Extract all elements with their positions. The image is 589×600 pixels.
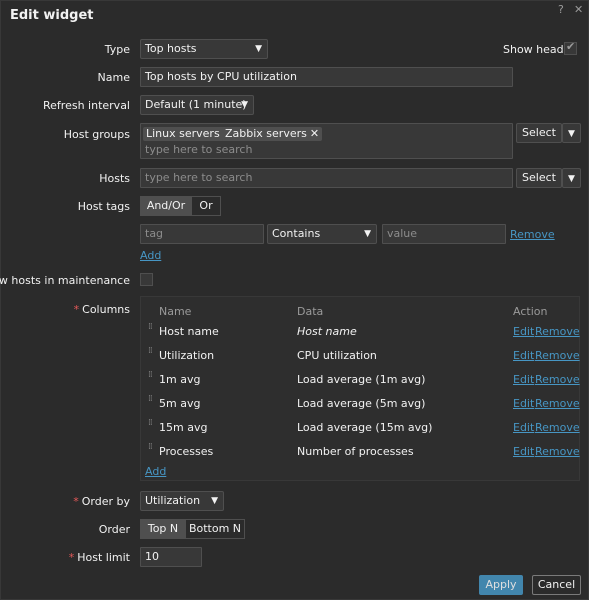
hosts-label: Hosts — [99, 172, 130, 185]
chevron-down-icon: ▼ — [255, 44, 262, 54]
columns-table: Name Data Action ⁞⁞ Host name Host name … — [140, 296, 580, 481]
refresh-interval-select[interactable]: Default (1 minute) ▼ — [140, 95, 254, 115]
hosts-search-input[interactable]: type here to search — [140, 168, 513, 188]
tag-value-placeholder: value — [387, 227, 418, 240]
column-header-action: Action — [513, 305, 548, 318]
column-name: 1m avg — [159, 373, 201, 386]
host-tags-or-toggle[interactable]: Or — [191, 196, 221, 216]
show-header-checkbox[interactable]: ✔ — [564, 40, 577, 55]
refresh-interval-value: Default (1 minute) — [145, 98, 247, 111]
remove-column-link[interactable]: Remove — [535, 373, 580, 386]
maintenance-checkbox[interactable] — [140, 273, 153, 286]
edit-column-link[interactable]: Edit — [513, 349, 534, 362]
type-label: Type — [104, 43, 130, 56]
tag-value-input[interactable]: value — [382, 224, 506, 244]
add-column-link[interactable]: Add — [145, 465, 166, 478]
remove-column-link[interactable]: Remove — [535, 421, 580, 434]
host-limit-input[interactable]: 10 — [140, 547, 202, 567]
order-label: Order — [98, 523, 130, 536]
apply-button[interactable]: Apply — [479, 575, 523, 595]
edit-column-link[interactable]: Edit — [513, 445, 534, 458]
chip-label: Zabbix servers — [225, 127, 307, 140]
drag-handle-icon[interactable]: ⁞⁞ — [148, 347, 154, 363]
order-by-select[interactable]: Utilization ▼ — [140, 491, 224, 511]
required-mark: * — [68, 551, 75, 564]
column-data: CPU utilization — [297, 349, 377, 362]
order-by-label: * Order by — [73, 495, 130, 508]
name-input[interactable]: Top hosts by CPU utilization — [140, 67, 513, 87]
host-groups-label: Host groups — [63, 128, 130, 141]
type-select[interactable]: Top hosts ▼ — [140, 39, 268, 59]
hosts-select-button[interactable]: Select — [516, 168, 562, 188]
required-mark: * — [73, 303, 80, 316]
remove-column-link[interactable]: Remove — [535, 349, 580, 362]
refresh-interval-label: Refresh interval — [43, 99, 130, 112]
host-group-chip: Zabbix servers ✕ — [222, 127, 323, 141]
order-bottom-n-toggle[interactable]: Bottom N — [185, 519, 245, 539]
close-icon[interactable]: ✕ — [574, 3, 583, 16]
chevron-down-icon: ▼ — [211, 496, 218, 506]
column-header-data: Data — [297, 305, 324, 318]
type-select-value: Top hosts — [145, 42, 197, 55]
remove-column-link[interactable]: Remove — [535, 397, 580, 410]
remove-chip-icon[interactable]: ✕ — [310, 127, 319, 140]
checkmark-icon: ✔ — [566, 40, 576, 53]
host-groups-search-placeholder[interactable]: type here to search — [145, 143, 252, 156]
add-tag-link[interactable]: Add — [140, 249, 161, 262]
host-tags-label: Host tags — [77, 200, 130, 213]
order-by-value: Utilization — [145, 494, 201, 507]
host-limit-label-text: Host limit — [77, 551, 130, 564]
maintenance-label: Show hosts in maintenance — [0, 274, 130, 287]
columns-label-text: Columns — [82, 303, 130, 316]
chevron-down-icon: ▼ — [241, 100, 248, 110]
column-data: Host name — [297, 325, 357, 338]
drag-handle-icon[interactable]: ⁞⁞ — [148, 323, 154, 339]
edit-column-link[interactable]: Edit — [513, 421, 534, 434]
hosts-search-placeholder: type here to search — [145, 171, 253, 184]
remove-column-link[interactable]: Remove — [535, 325, 580, 338]
host-groups-select-button[interactable]: Select — [516, 123, 562, 143]
chevron-down-icon: ▼ — [568, 129, 575, 139]
hosts-dropdown-button[interactable]: ▼ — [562, 168, 581, 188]
column-name: 5m avg — [159, 397, 201, 410]
host-limit-label: * Host limit — [69, 551, 130, 564]
order-by-label-text: Order by — [81, 495, 130, 508]
columns-label: * Columns — [74, 303, 130, 316]
cancel-button[interactable]: Cancel — [532, 575, 581, 595]
edit-widget-dialog: Edit widget ? ✕ Type Top hosts ▼ Show he… — [0, 0, 589, 600]
drag-handle-icon[interactable]: ⁞⁞ — [148, 419, 154, 435]
help-icon[interactable]: ? — [558, 3, 564, 16]
host-groups-dropdown-button[interactable]: ▼ — [562, 123, 581, 143]
column-name: Host name — [159, 325, 219, 338]
host-tags-and-or-toggle[interactable]: And/Or — [140, 196, 192, 216]
order-top-n-toggle[interactable]: Top N — [140, 519, 186, 539]
remove-column-link[interactable]: Remove — [535, 445, 580, 458]
chip-label: Linux servers — [146, 127, 220, 140]
column-header-name: Name — [159, 305, 192, 318]
tag-input[interactable]: tag — [140, 224, 264, 244]
column-name: Utilization — [159, 349, 215, 362]
column-data: Number of processes — [297, 445, 414, 458]
column-data: Load average (15m avg) — [297, 421, 433, 434]
column-name: 15m avg — [159, 421, 208, 434]
tag-operator-value: Contains — [272, 227, 321, 240]
tag-operator-select[interactable]: Contains ▼ — [267, 224, 377, 244]
edit-column-link[interactable]: Edit — [513, 325, 534, 338]
edit-column-link[interactable]: Edit — [513, 373, 534, 386]
name-label: Name — [97, 71, 130, 84]
drag-handle-icon[interactable]: ⁞⁞ — [148, 443, 154, 459]
drag-handle-icon[interactable]: ⁞⁞ — [148, 395, 154, 411]
remove-tag-link[interactable]: Remove — [510, 228, 555, 241]
column-data: Load average (1m avg) — [297, 373, 426, 386]
drag-handle-icon[interactable]: ⁞⁞ — [148, 371, 154, 387]
chevron-down-icon: ▼ — [364, 229, 371, 239]
dialog-title: Edit widget — [10, 8, 94, 23]
column-name: Processes — [159, 445, 214, 458]
edit-column-link[interactable]: Edit — [513, 397, 534, 410]
column-data: Load average (5m avg) — [297, 397, 426, 410]
required-mark: * — [73, 495, 79, 508]
chevron-down-icon: ▼ — [568, 174, 575, 184]
tag-placeholder: tag — [145, 227, 164, 240]
host-groups-multiselect[interactable]: Linux servers ✕ Zabbix servers✕ type here… — [140, 123, 513, 159]
